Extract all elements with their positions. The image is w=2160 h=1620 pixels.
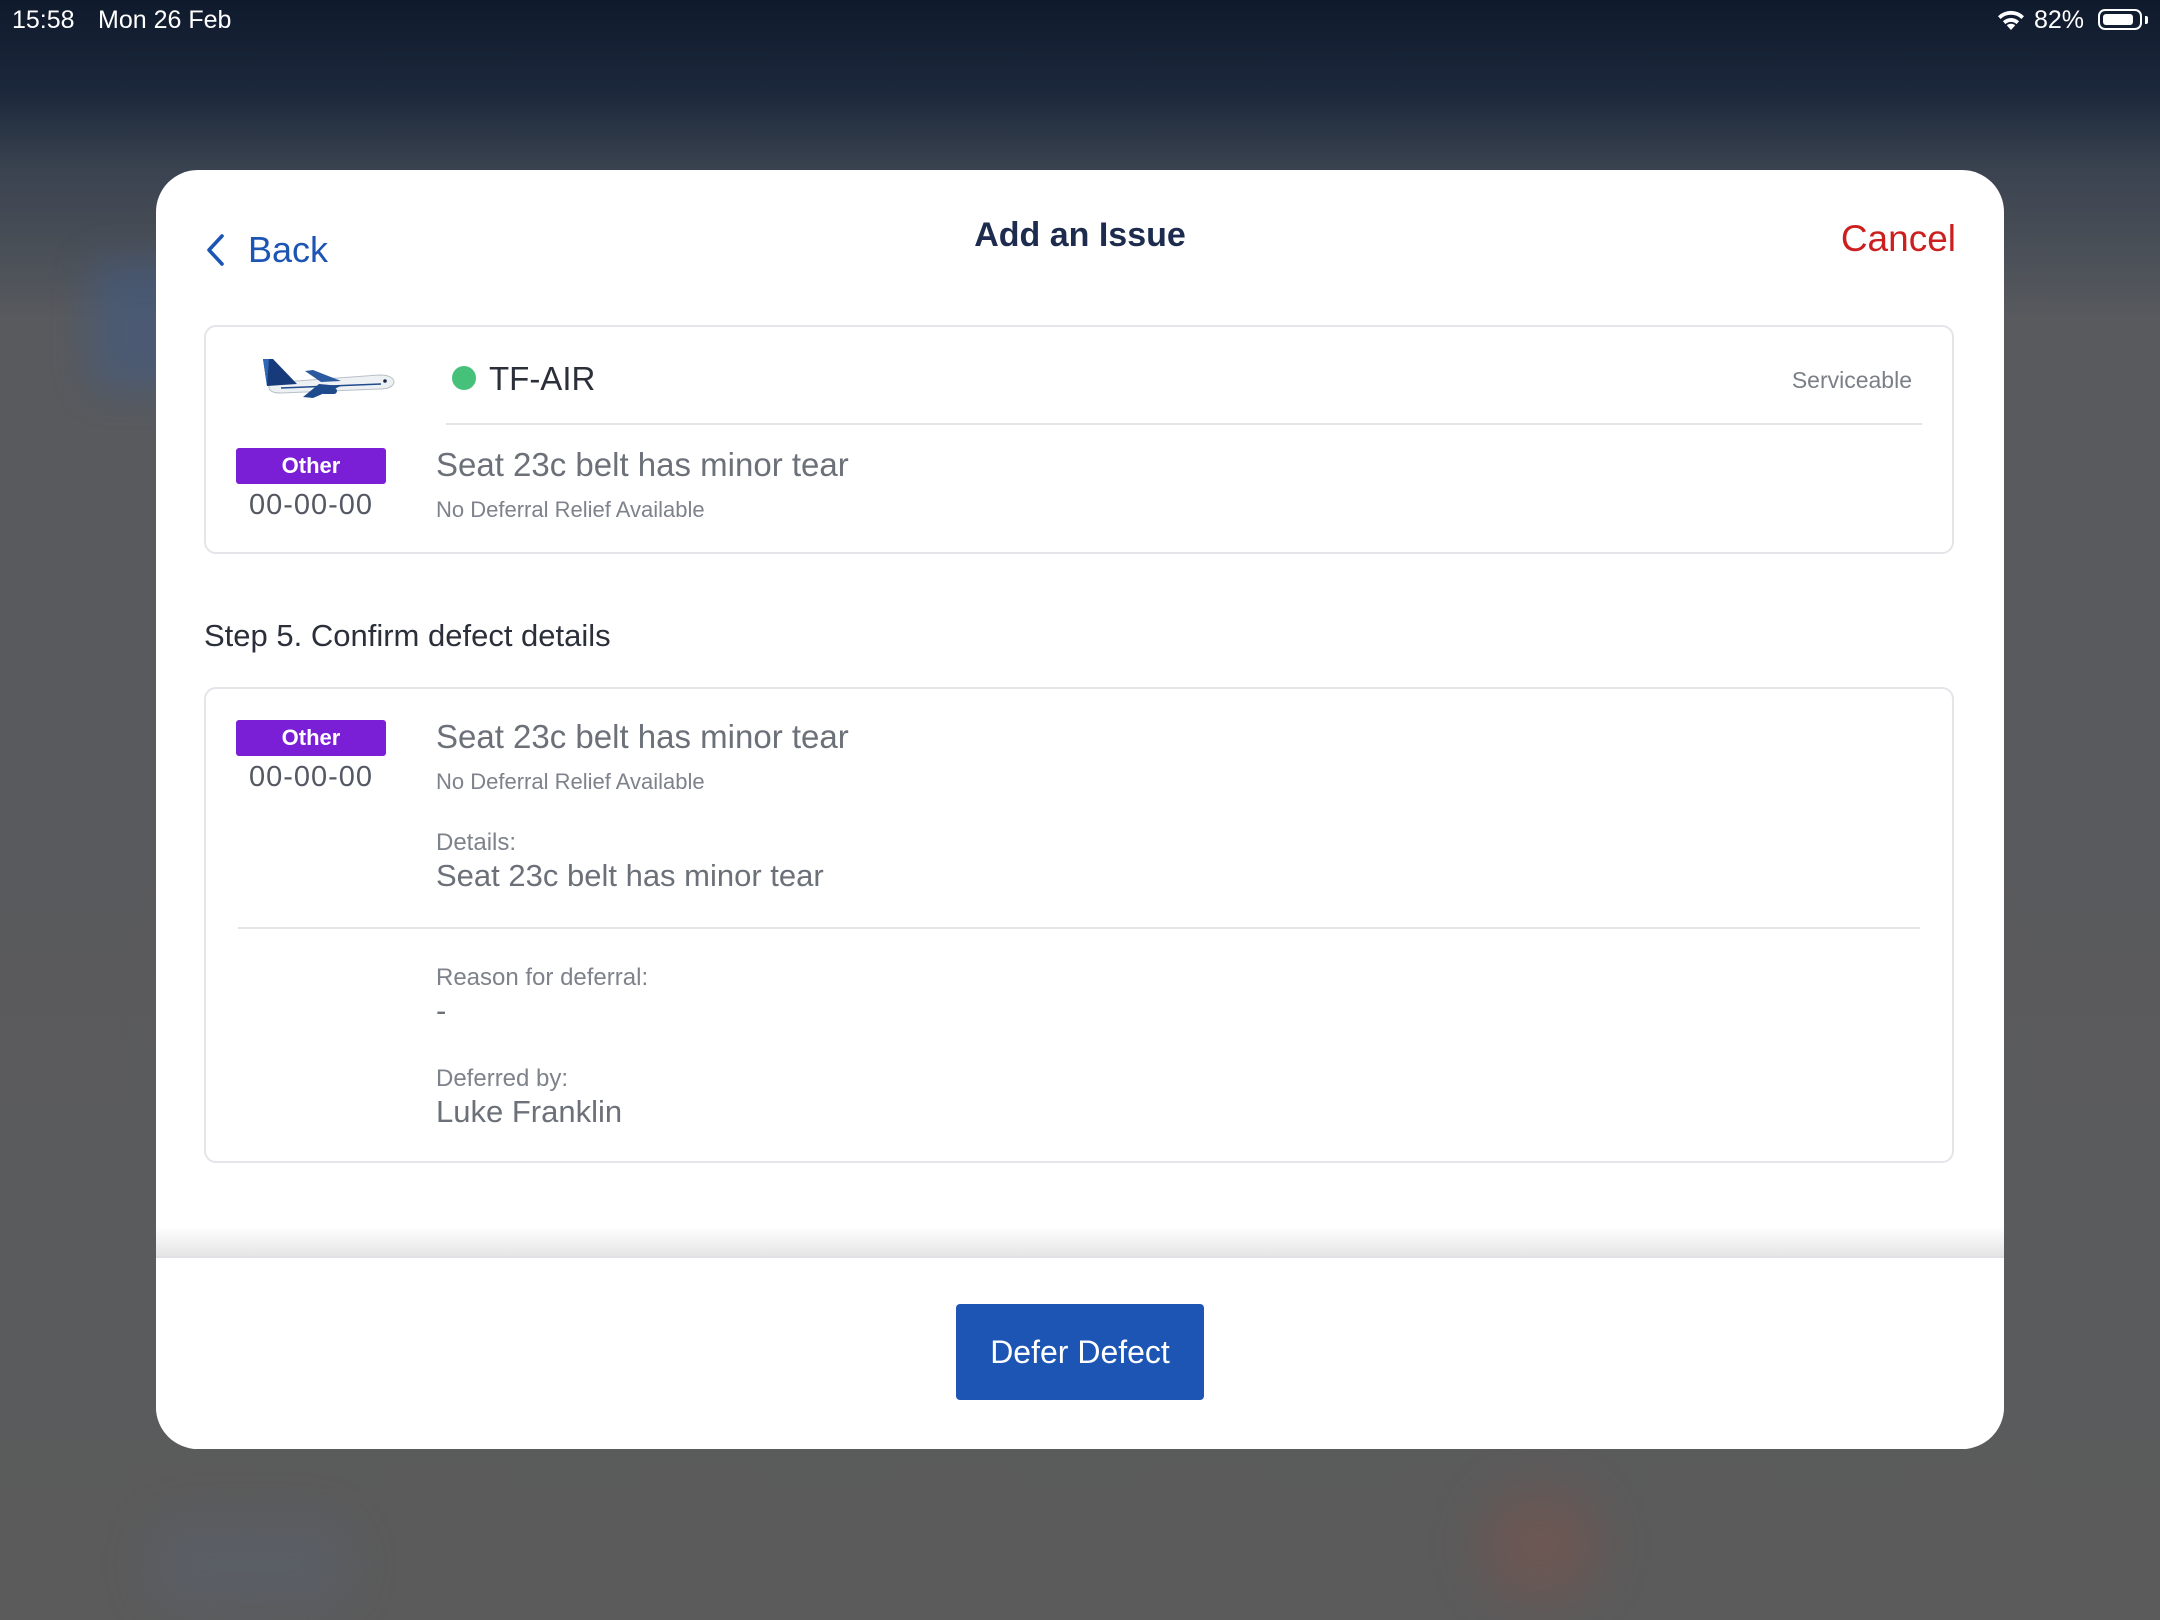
defer-defect-button[interactable]: Defer Defect: [956, 1304, 1204, 1400]
aircraft-status-indicator: [452, 366, 476, 390]
category-badge: Other: [236, 448, 386, 484]
battery-percentage: 82%: [2034, 6, 2085, 34]
battery-level-fill: [2103, 14, 2133, 25]
page-title: Add an Issue: [974, 216, 1186, 254]
defect-title: Seat 23c belt has minor tear: [436, 718, 849, 755]
reason-for-deferral-value: -: [436, 993, 447, 1028]
status-date: Mon 26 Feb: [98, 6, 232, 34]
background-blur-shape: [1480, 1490, 1600, 1600]
divider: [238, 927, 1920, 929]
deferral-note: No Deferral Relief Available: [436, 769, 705, 794]
details-label: Details:: [436, 829, 517, 856]
details-value: Seat 23c belt has minor tear: [436, 858, 824, 893]
defect-title: Seat 23c belt has minor tear: [436, 446, 849, 483]
background-blur-shape: [150, 1520, 350, 1610]
deferred-by-label: Deferred by:: [436, 1065, 569, 1092]
airplane-icon: [263, 359, 395, 398]
deferral-note: No Deferral Relief Available: [436, 497, 705, 522]
divider: [446, 423, 1922, 425]
defect-details-card: Other 00-00-00 Seat 23c belt has minor t…: [204, 687, 1954, 1163]
status-time: 15:58: [12, 6, 75, 34]
status-bar: 15:58 Mon 26 Feb 82%: [0, 0, 2160, 40]
aircraft-defect-summary-card: TF-AIR Serviceable Other 00-00-00 Seat 2…: [204, 325, 1954, 554]
aircraft-registration: TF-AIR: [489, 360, 596, 397]
aircraft-status-label: Serviceable: [1791, 367, 1912, 393]
ata-code: 00-00-00: [248, 489, 374, 521]
step-heading: Step 5. Confirm defect details: [204, 618, 611, 653]
ata-code: 00-00-00: [248, 761, 374, 793]
deferred-by-value: Luke Franklin: [436, 1094, 623, 1129]
footer-shadow: [156, 1226, 2004, 1256]
battery-icon: [2098, 9, 2142, 30]
reason-for-deferral-label: Reason for deferral:: [436, 964, 649, 991]
battery-cap: [2145, 16, 2148, 24]
cancel-button[interactable]: Cancel: [1841, 218, 1956, 260]
wifi-icon: [1998, 10, 2024, 30]
category-badge: Other: [236, 720, 386, 756]
add-issue-modal: Back Add an Issue Cancel TF-AIR Servicea…: [156, 170, 2004, 1449]
modal-footer: Defer Defect: [156, 1256, 2004, 1449]
